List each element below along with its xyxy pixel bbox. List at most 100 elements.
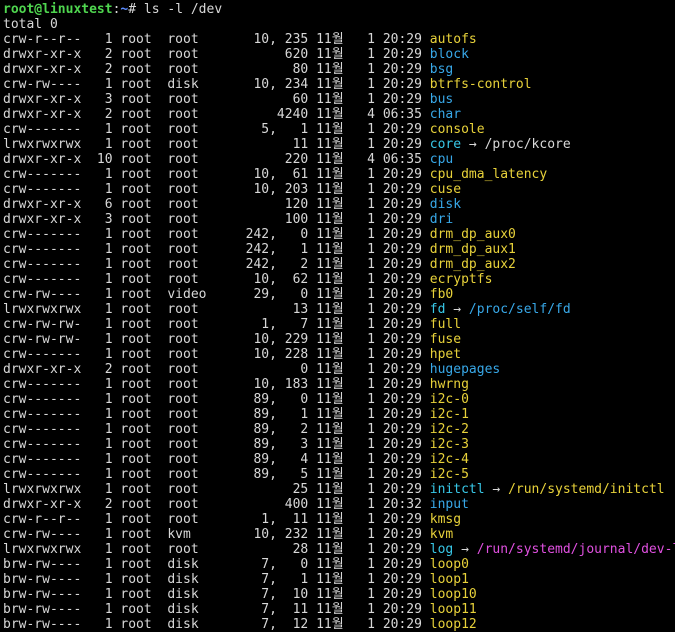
listing-row: crw------- 1 root root 89, 1 11월 1 20:29…	[3, 407, 675, 422]
entry-metadata: drwxr-xr-x 6 root root 120 11월 1 20:29	[3, 197, 430, 212]
listing-row: lrwxrwxrwx 1 root root 13 11월 1 20:29 fd…	[3, 302, 675, 317]
listing-row: brw-rw---- 1 root disk 7, 0 11월 1 20:29 …	[3, 557, 675, 572]
listing-row: drwxr-xr-x 10 root root 220 11월 4 06:35 …	[3, 152, 675, 167]
listing-row: crw------- 1 root root 5, 1 11월 1 20:29 …	[3, 122, 675, 137]
entry-filename: core	[429, 137, 462, 152]
terminal-window[interactable]: root@linuxtest:~# ls -l /dev total 0 crw…	[0, 0, 675, 632]
entry-filename: block	[429, 47, 469, 62]
entry-filename: drm_dp_aux0	[429, 227, 516, 242]
entry-filename: cpu	[429, 152, 454, 167]
entry-metadata: brw-rw---- 1 root disk 7, 0 11월 1 20:29	[3, 557, 430, 572]
listing-row: drwxr-xr-x 2 root root 80 11월 1 20:29 bs…	[3, 62, 675, 77]
entry-metadata: crw------- 1 root root 10, 183 11월 1 20:…	[3, 377, 430, 392]
listing-row: crw------- 1 root root 89, 3 11월 1 20:29…	[3, 437, 675, 452]
prompt-command: ls -l /dev	[136, 2, 223, 17]
entry-metadata: crw------- 1 root root 89, 1 11월 1 20:29	[3, 407, 430, 422]
entry-metadata: crw------- 1 root root 89, 3 11월 1 20:29	[3, 437, 430, 452]
entry-filename: i2c-0	[429, 392, 469, 407]
entry-metadata: drwxr-xr-x 2 root root 400 11월 1 20:32	[3, 497, 430, 512]
entry-metadata: crw------- 1 root root 89, 2 11월 1 20:29	[3, 422, 430, 437]
listing-row: brw-rw---- 1 root disk 7, 12 11월 1 20:29…	[3, 617, 675, 632]
symlink-target: /run/systemd/journal/dev-log	[476, 542, 675, 557]
entry-metadata: brw-rw---- 1 root disk 7, 10 11월 1 20:29	[3, 587, 430, 602]
entry-filename: dri	[429, 212, 454, 227]
directory-listing: crw-r--r-- 1 root root 10, 235 11월 1 20:…	[3, 32, 675, 632]
entry-filename: drm_dp_aux1	[429, 242, 516, 257]
entry-filename: loop10	[429, 587, 477, 602]
total-line: total 0	[3, 17, 58, 32]
listing-row: crw-rw---- 1 root kvm 10, 232 11월 1 20:2…	[3, 527, 675, 542]
entry-filename: loop12	[429, 617, 477, 632]
listing-row: crw------- 1 root root 10, 183 11월 1 20:…	[3, 377, 675, 392]
listing-row: crw------- 1 root root 10, 203 11월 1 20:…	[3, 182, 675, 197]
entry-filename: ecryptfs	[429, 272, 493, 287]
entry-filename: hwrng	[429, 377, 469, 392]
entry-metadata: crw------- 1 root root 10, 228 11월 1 20:…	[3, 347, 430, 362]
listing-row: crw------- 1 root root 89, 2 11월 1 20:29…	[3, 422, 675, 437]
entry-metadata: crw------- 1 root root 242, 1 11월 1 20:2…	[3, 242, 430, 257]
entry-filename: bus	[429, 92, 454, 107]
listing-row: lrwxrwxrwx 1 root root 28 11월 1 20:29 lo…	[3, 542, 675, 557]
entry-metadata: crw-rw---- 1 root kvm 10, 232 11월 1 20:2…	[3, 527, 430, 542]
listing-row: crw------- 1 root root 242, 1 11월 1 20:2…	[3, 242, 675, 257]
entry-filename: i2c-2	[429, 422, 469, 437]
listing-row: crw------- 1 root root 10, 61 11월 1 20:2…	[3, 167, 675, 182]
listing-row: drwxr-xr-x 3 root root 60 11월 1 20:29 bu…	[3, 92, 675, 107]
entry-metadata: drwxr-xr-x 2 root root 0 11월 1 20:29	[3, 362, 430, 377]
entry-filename: loop1	[429, 572, 469, 587]
entry-filename: log	[429, 542, 454, 557]
entry-metadata: lrwxrwxrwx 1 root root 28 11월 1 20:29	[3, 542, 430, 557]
listing-row: drwxr-xr-x 6 root root 120 11월 1 20:29 d…	[3, 197, 675, 212]
listing-row: crw-rw-rw- 1 root root 1, 7 11월 1 20:29 …	[3, 317, 675, 332]
entry-metadata: crw------- 1 root root 10, 62 11월 1 20:2…	[3, 272, 430, 287]
entry-filename: loop11	[429, 602, 477, 617]
entry-metadata: drwxr-xr-x 2 root root 620 11월 1 20:29	[3, 47, 430, 62]
entry-metadata: brw-rw---- 1 root disk 7, 11 11월 1 20:29	[3, 602, 430, 617]
entry-filename: i2c-5	[429, 467, 469, 482]
entry-metadata: crw-rw---- 1 root video 29, 0 11월 1 20:2…	[3, 287, 430, 302]
prompt-symbol: #	[128, 2, 137, 17]
entry-metadata: crw-rw-rw- 1 root root 1, 7 11월 1 20:29	[3, 317, 430, 332]
listing-row: brw-rw---- 1 root disk 7, 11 11월 1 20:29…	[3, 602, 675, 617]
entry-metadata: crw------- 1 root root 10, 61 11월 1 20:2…	[3, 167, 430, 182]
listing-row: crw------- 1 root root 10, 228 11월 1 20:…	[3, 347, 675, 362]
symlink-target: /proc/kcore	[484, 137, 571, 152]
symlink-target: /proc/self/fd	[468, 302, 571, 317]
entry-metadata: crw------- 1 root root 89, 4 11월 1 20:29	[3, 452, 430, 467]
listing-row: crw-r--r-- 1 root root 1, 11 11월 1 20:29…	[3, 512, 675, 527]
entry-metadata: drwxr-xr-x 3 root root 100 11월 1 20:29	[3, 212, 430, 227]
listing-row: drwxr-xr-x 2 root root 4240 11월 4 06:35 …	[3, 107, 675, 122]
symlink-arrow: →	[453, 542, 477, 557]
entry-metadata: lrwxrwxrwx 1 root root 11 11월 1 20:29	[3, 137, 430, 152]
symlink-arrow: →	[445, 302, 469, 317]
entry-filename: loop0	[429, 557, 469, 572]
entry-metadata: crw------- 1 root root 242, 2 11월 1 20:2…	[3, 257, 430, 272]
listing-row: drwxr-xr-x 2 root root 620 11월 1 20:29 b…	[3, 47, 675, 62]
entry-filename: cuse	[429, 182, 462, 197]
entry-metadata: crw------- 1 root root 89, 5 11월 1 20:29	[3, 467, 430, 482]
entry-metadata: drwxr-xr-x 2 root root 4240 11월 4 06:35	[3, 107, 430, 122]
entry-filename: input	[429, 497, 469, 512]
entry-filename: char	[429, 107, 462, 122]
entry-metadata: crw-r--r-- 1 root root 10, 235 11월 1 20:…	[3, 32, 430, 47]
entry-filename: kvm	[429, 527, 454, 542]
listing-row: crw-rw-rw- 1 root root 10, 229 11월 1 20:…	[3, 332, 675, 347]
entry-filename: full	[429, 317, 462, 332]
entry-filename: cpu_dma_latency	[429, 167, 548, 182]
entry-filename: kmsg	[429, 512, 462, 527]
entry-metadata: drwxr-xr-x 3 root root 60 11월 1 20:29	[3, 92, 430, 107]
entry-metadata: crw------- 1 root root 10, 203 11월 1 20:…	[3, 182, 430, 197]
listing-row: crw------- 1 root root 89, 4 11월 1 20:29…	[3, 452, 675, 467]
listing-row: drwxr-xr-x 2 root root 0 11월 1 20:29 hug…	[3, 362, 675, 377]
entry-metadata: drwxr-xr-x 10 root root 220 11월 4 06:35	[3, 152, 430, 167]
entry-metadata: lrwxrwxrwx 1 root root 25 11월 1 20:29	[3, 482, 430, 497]
entry-metadata: lrwxrwxrwx 1 root root 13 11월 1 20:29	[3, 302, 430, 317]
listing-row: lrwxrwxrwx 1 root root 11 11월 1 20:29 co…	[3, 137, 675, 152]
entry-filename: drm_dp_aux2	[429, 257, 516, 272]
entry-metadata: crw-r--r-- 1 root root 1, 11 11월 1 20:29	[3, 512, 430, 527]
listing-row: crw-r--r-- 1 root root 10, 235 11월 1 20:…	[3, 32, 675, 47]
entry-filename: i2c-1	[429, 407, 469, 422]
listing-row: crw------- 1 root root 10, 62 11월 1 20:2…	[3, 272, 675, 287]
entry-filename: fb0	[429, 287, 454, 302]
listing-row: drwxr-xr-x 3 root root 100 11월 1 20:29 d…	[3, 212, 675, 227]
